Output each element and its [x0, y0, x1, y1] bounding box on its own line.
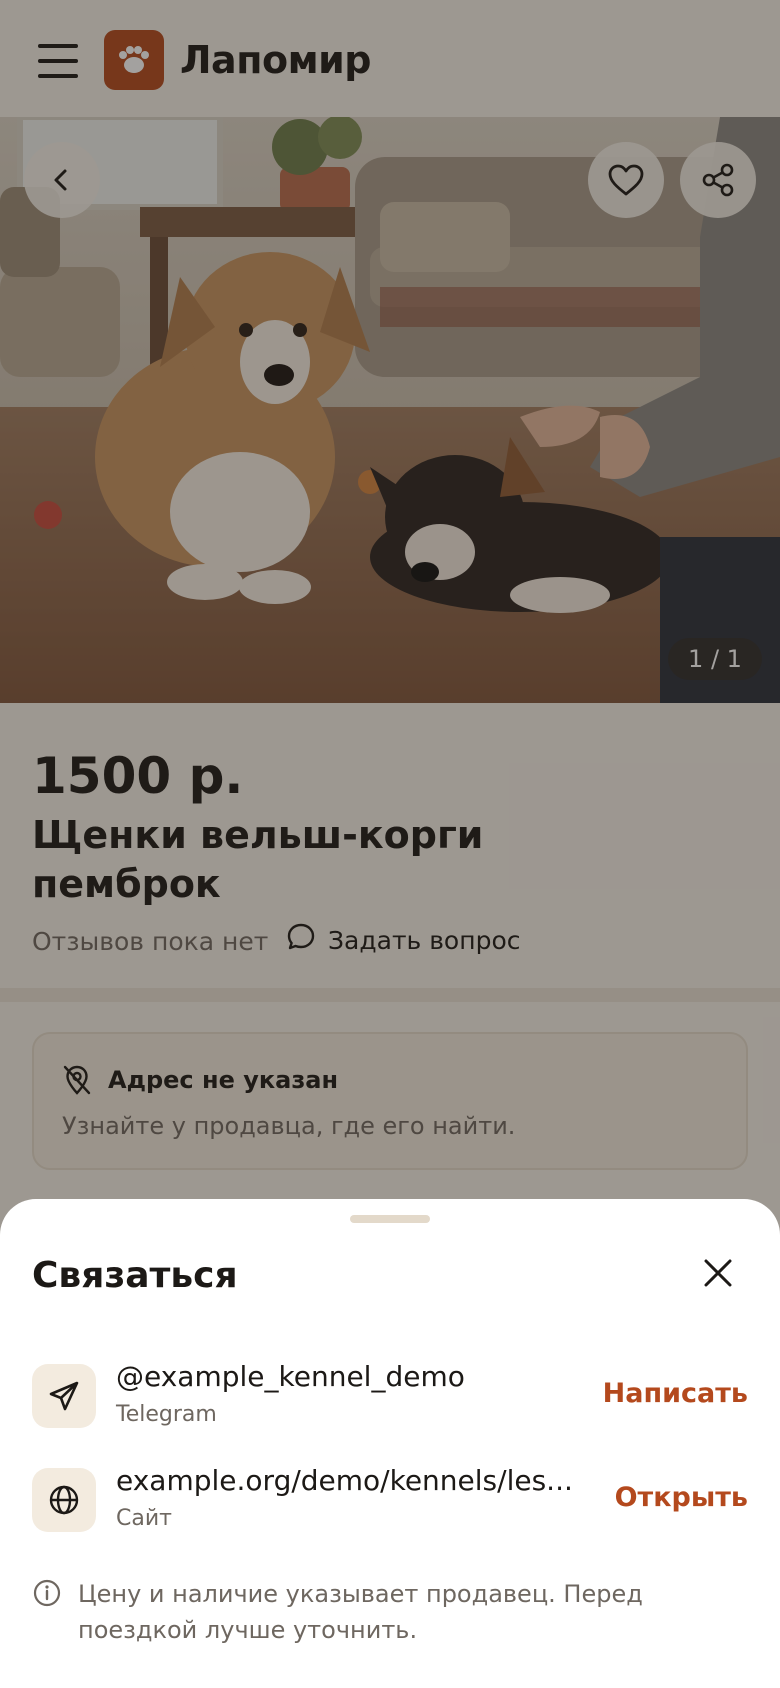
close-button[interactable] — [696, 1253, 740, 1297]
contact-row-website[interactable]: example.org/demo/kennels/les... Сайт Отк… — [32, 1460, 748, 1540]
contact-bottom-sheet: Связаться @example_kennel_demo Telegram … — [0, 1199, 780, 1688]
website-label: Сайт — [116, 1506, 172, 1531]
globe-icon — [32, 1468, 96, 1532]
disclaimer-note: Цену и наличие указывает продавец. Перед… — [78, 1580, 643, 1644]
sheet-drag-handle[interactable] — [350, 1215, 430, 1223]
paper-plane-icon — [32, 1364, 96, 1428]
open-button[interactable]: Открыть — [615, 1482, 748, 1513]
telegram-label: Telegram — [116, 1402, 217, 1427]
close-icon — [703, 1258, 733, 1292]
telegram-handle: @example_kennel_demo — [116, 1360, 465, 1393]
info-icon — [32, 1578, 62, 1612]
contact-row-telegram[interactable]: @example_kennel_demo Telegram Написать — [32, 1356, 748, 1436]
sheet-title: Связаться — [32, 1255, 238, 1296]
write-button[interactable]: Написать — [603, 1378, 748, 1409]
website-url: example.org/demo/kennels/les... — [116, 1464, 573, 1497]
